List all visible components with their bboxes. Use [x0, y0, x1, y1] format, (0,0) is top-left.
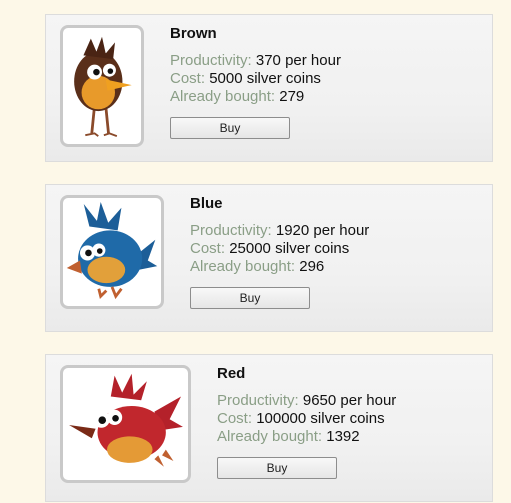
brown-bird-icon	[74, 36, 132, 138]
bought-value: 279	[279, 88, 305, 105]
bird-image-frame	[60, 195, 164, 309]
productivity-label: Productivity:	[190, 222, 272, 239]
cost-value: 5000 silver coins	[209, 70, 321, 87]
productivity-row: Productivity: 1920 per hour	[190, 222, 369, 240]
cost-label: Cost:	[190, 240, 226, 257]
cost-row: Cost: 25000 silver coins	[190, 240, 369, 258]
cost-row: Cost: 100000 silver coins	[217, 410, 396, 428]
bought-row: Already bought: 1392	[217, 428, 396, 446]
productivity-label: Productivity:	[170, 52, 252, 69]
cost-label: Cost:	[217, 410, 253, 427]
buy-button-blue[interactable]: Buy	[190, 287, 310, 309]
bought-label: Already bought:	[190, 258, 296, 275]
productivity-row: Productivity: 370 per hour	[170, 52, 341, 70]
bought-label: Already bought:	[170, 88, 276, 105]
productivity-row: Productivity: 9650 per hour	[217, 392, 396, 410]
bird-name: Brown	[170, 25, 217, 42]
cost-value: 100000 silver coins	[256, 410, 385, 427]
bought-row: Already bought: 296	[190, 258, 369, 276]
cost-label: Cost:	[170, 70, 206, 87]
blue-bird-icon	[66, 202, 158, 300]
bought-value: 1392	[326, 428, 360, 445]
bird-name: Red	[217, 365, 246, 382]
productivity-value: 1920 per hour	[275, 222, 370, 239]
bird-card-red: Red Productivity: 9650 per hour Cost: 10…	[45, 354, 493, 502]
buy-button-red[interactable]: Buy	[217, 457, 337, 479]
bought-label: Already bought:	[217, 428, 323, 445]
bird-name: Blue	[190, 195, 223, 212]
buy-button-brown[interactable]: Buy	[170, 117, 290, 139]
red-bird-icon	[69, 373, 183, 467]
cost-row: Cost: 5000 silver coins	[170, 70, 341, 88]
productivity-label: Productivity:	[217, 392, 299, 409]
bird-card-brown: Brown Productivity: 370 per hour Cost: 5…	[45, 14, 493, 162]
productivity-value: 370 per hour	[255, 52, 341, 69]
bought-value: 296	[299, 258, 325, 275]
bird-image-frame	[60, 25, 144, 147]
bought-row: Already bought: 279	[170, 88, 341, 106]
bird-card-blue: Blue Productivity: 1920 per hour Cost: 2…	[45, 184, 493, 332]
productivity-value: 9650 per hour	[302, 392, 397, 409]
cost-value: 25000 silver coins	[229, 240, 350, 257]
bird-image-frame	[60, 365, 191, 483]
